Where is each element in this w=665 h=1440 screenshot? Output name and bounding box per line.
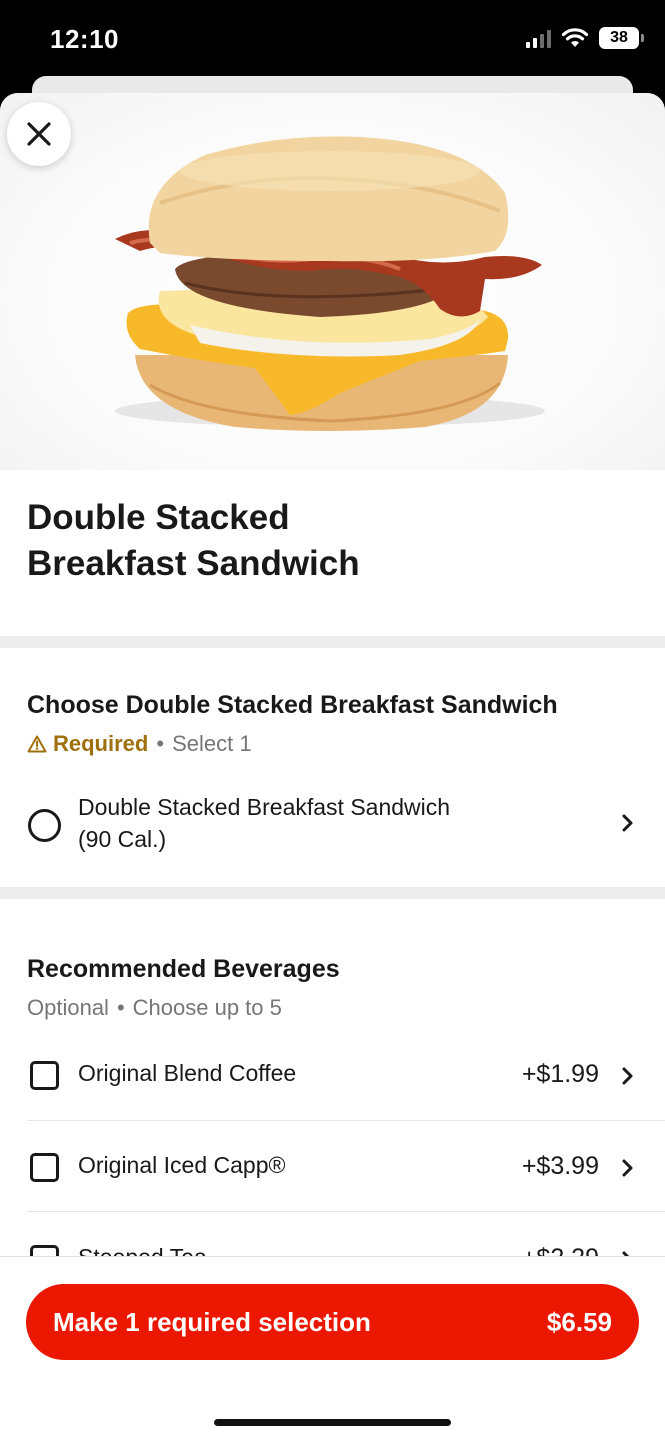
- item-sheet: Double Stacked Breakfast Sandwich Choose…: [0, 93, 665, 1440]
- option-price: +$3.99: [521, 1152, 599, 1180]
- option-row-sandwich[interactable]: Double Stacked Breakfast Sandwich (90 Ca…: [0, 787, 665, 867]
- row-separator: [27, 1211, 665, 1212]
- item-title-line2: Breakfast Sandwich: [27, 544, 360, 583]
- item-image: [0, 93, 665, 470]
- radio-button[interactable]: [28, 809, 61, 842]
- section-divider: [0, 636, 665, 648]
- select-count-label: Select 1: [172, 731, 252, 756]
- status-bar: 12:10 38: [0, 0, 665, 80]
- status-icons: 38: [526, 27, 644, 49]
- item-title-line1: Double Stacked: [27, 498, 290, 537]
- section-divider: [0, 887, 665, 899]
- chevron-right-icon: [622, 814, 633, 832]
- wifi-icon: [561, 28, 589, 47]
- home-indicator[interactable]: [214, 1419, 451, 1426]
- row-separator: [27, 1120, 665, 1121]
- option-label-line2: (90 Cal.): [78, 826, 167, 852]
- sandwich-illustration: [115, 136, 545, 431]
- checkbox[interactable]: [30, 1153, 59, 1182]
- option-row-beverage[interactable]: Original Iced Capp® +$3.99: [0, 1135, 665, 1205]
- option-row-beverage[interactable]: Original Blend Coffee +$1.99: [0, 1045, 665, 1115]
- close-icon: [27, 122, 51, 146]
- warning-icon: [27, 735, 47, 753]
- option-label: Original Iced Capp®: [78, 1152, 286, 1178]
- cta-price: $6.59: [546, 1306, 612, 1337]
- checkbox[interactable]: [30, 1061, 59, 1090]
- separator-dot: •: [116, 995, 125, 1020]
- bottom-action-bar: Make 1 required selection $6.59: [0, 1256, 665, 1440]
- add-to-cart-button[interactable]: Make 1 required selection $6.59: [26, 1284, 639, 1360]
- option-label: Original Blend Coffee: [78, 1060, 297, 1086]
- choose-count-label: Choose up to 5: [132, 995, 282, 1020]
- required-badge: Required: [27, 731, 148, 757]
- status-time: 12:10: [50, 24, 119, 54]
- separator-dot: •: [156, 731, 165, 756]
- optional-label: Optional: [27, 995, 109, 1020]
- option-label: Double Stacked Breakfast Sandwich (90 Ca…: [78, 791, 450, 855]
- group-title-beverages: Recommended Beverages: [27, 955, 340, 983]
- option-price: +$1.99: [521, 1060, 599, 1088]
- signal-icon: [526, 28, 551, 48]
- group-title-sandwich: Choose Double Stacked Breakfast Sandwich: [27, 691, 558, 719]
- battery-icon: 38: [599, 27, 644, 49]
- item-title: Double Stacked Breakfast Sandwich: [27, 495, 627, 587]
- chevron-right-icon: [622, 1067, 633, 1085]
- cta-label: Make 1 required selection: [53, 1306, 371, 1337]
- chevron-right-icon: [622, 1159, 633, 1177]
- option-label-line1: Double Stacked Breakfast Sandwich: [78, 794, 451, 820]
- group-requirement-beverages: Optional • Choose up to 5: [27, 995, 282, 1021]
- close-button[interactable]: [7, 102, 71, 166]
- required-label: Required: [53, 731, 149, 756]
- group-requirement-sandwich: Required • Select 1: [27, 731, 252, 757]
